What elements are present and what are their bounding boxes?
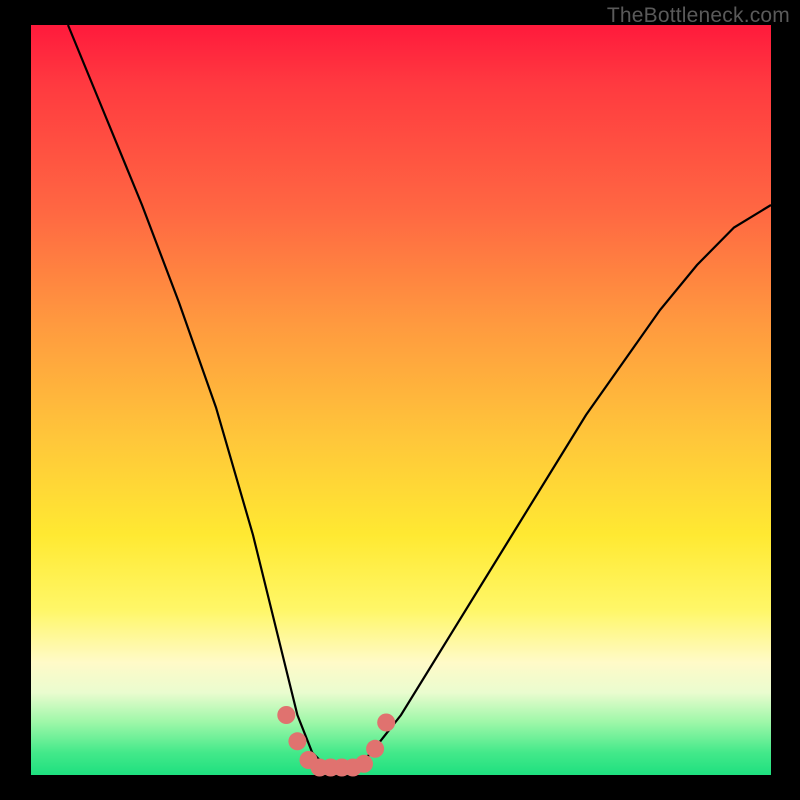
valley-marker bbox=[277, 706, 295, 724]
valley-marker bbox=[377, 714, 395, 732]
chart-frame: TheBottleneck.com bbox=[0, 0, 800, 800]
valley-marker bbox=[355, 755, 373, 773]
plot-area bbox=[31, 25, 771, 775]
watermark-text: TheBottleneck.com bbox=[607, 4, 790, 28]
valley-markers-group bbox=[277, 706, 395, 777]
bottleneck-curve-path bbox=[68, 25, 771, 768]
bottleneck-curve-svg bbox=[31, 25, 771, 775]
valley-marker bbox=[366, 740, 384, 758]
valley-marker bbox=[288, 732, 306, 750]
